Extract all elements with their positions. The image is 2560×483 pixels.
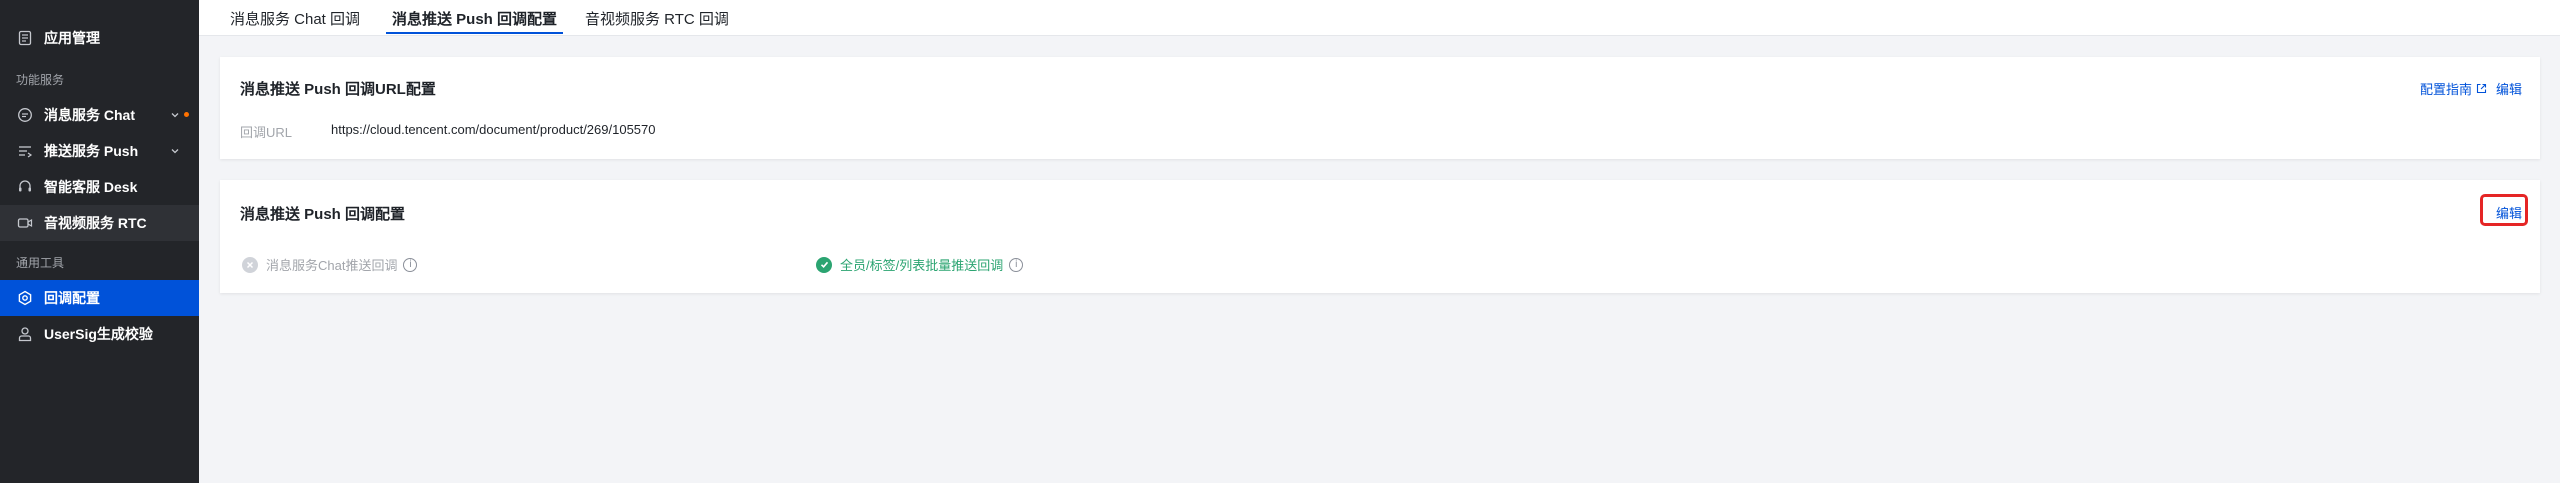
sidebar-item-callback-config[interactable]: 回调配置	[0, 280, 199, 316]
sidebar-item-label: 音视频服务 RTC	[44, 215, 147, 231]
enabled-check-icon	[816, 256, 832, 273]
desk-icon	[16, 178, 34, 196]
tab-rtc-callback[interactable]: 音视频服务 RTC 回调	[585, 0, 729, 36]
sidebar-item-push[interactable]: 推送服务 Push	[0, 133, 199, 169]
chat-icon	[16, 106, 34, 124]
gear-icon	[16, 289, 34, 307]
sidebar-item-label: 应用管理	[44, 30, 100, 46]
tab-chat-callback[interactable]: 消息服务 Chat 回调	[230, 0, 360, 36]
sidebar-item-label: 回调配置	[44, 290, 100, 306]
sidebar-item-app-manage[interactable]: 应用管理	[0, 20, 199, 56]
app-manage-icon	[16, 29, 34, 47]
card-title: 消息推送 Push 回调URL配置	[240, 81, 436, 98]
sidebar-item-label: 消息服务 Chat	[44, 107, 135, 123]
callback-url-value: https://cloud.tencent.com/document/produ…	[331, 122, 656, 137]
tab-label: 消息服务 Chat 回调	[230, 10, 361, 28]
info-icon[interactable]: i	[1009, 257, 1024, 272]
tab-label: 音视频服务 RTC 回调	[585, 10, 729, 28]
info-icon[interactable]: i	[403, 257, 418, 272]
usersig-icon	[16, 325, 34, 343]
sidebar-item-label: UserSig生成校验	[44, 326, 153, 342]
section-feature-services: 功能服务	[16, 73, 65, 87]
sidebar-item-label: 推送服务 Push	[44, 143, 139, 159]
highlight-box	[2480, 194, 2528, 226]
sidebar: 应用管理 功能服务 消息服务 Chat 推送服务 Push 智能客服 Desk …	[0, 0, 199, 483]
option-label: 全员/标签/列表批量推送回调	[840, 258, 1004, 273]
rtc-icon	[16, 214, 34, 232]
tab-push-callback-config[interactable]: 消息推送 Push 回调配置	[386, 0, 564, 36]
config-guide-link[interactable]: 配置指南	[2420, 79, 2487, 98]
callback-url-label: 回调URL	[240, 125, 293, 140]
push-icon	[16, 142, 34, 160]
sidebar-item-rtc[interactable]: 音视频服务 RTC	[0, 205, 199, 241]
sidebar-item-label: 智能客服 Desk	[44, 179, 138, 195]
sidebar-item-desk[interactable]: 智能客服 Desk	[0, 169, 199, 205]
external-link-icon	[2476, 83, 2487, 94]
push-callback-url-card: 消息推送 Push 回调URL配置 配置指南 编辑 回调URL https://…	[220, 57, 2540, 159]
tab-bar: 消息服务 Chat 回调 消息推送 Push 回调配置 音视频服务 RTC 回调	[199, 0, 2560, 36]
section-common-tools: 通用工具	[16, 256, 65, 270]
option-label: 消息服务Chat推送回调	[266, 258, 398, 273]
chevron-down-icon[interactable]	[170, 146, 180, 156]
batch-push-callback-option: 全员/标签/列表批量推送回调 i	[816, 255, 1024, 274]
edit-url-button[interactable]: 编辑	[2496, 79, 2522, 98]
sidebar-item-usersig[interactable]: UserSig生成校验	[0, 316, 199, 352]
disabled-x-icon	[242, 256, 258, 273]
chevron-down-icon[interactable]	[170, 110, 180, 120]
notification-dot	[184, 112, 189, 117]
config-guide-label: 配置指南	[2420, 82, 2473, 97]
tab-label: 消息推送 Push 回调配置	[392, 10, 558, 28]
push-callback-config-card: 消息推送 Push 回调配置 编辑 消息服务Chat推送回调 i 全员/标签/列…	[220, 180, 2540, 293]
card-title: 消息推送 Push 回调配置	[240, 206, 406, 223]
sidebar-item-chat[interactable]: 消息服务 Chat	[0, 97, 199, 133]
tab-active-indicator	[386, 32, 564, 34]
chat-push-callback-option: 消息服务Chat推送回调 i	[242, 255, 418, 274]
